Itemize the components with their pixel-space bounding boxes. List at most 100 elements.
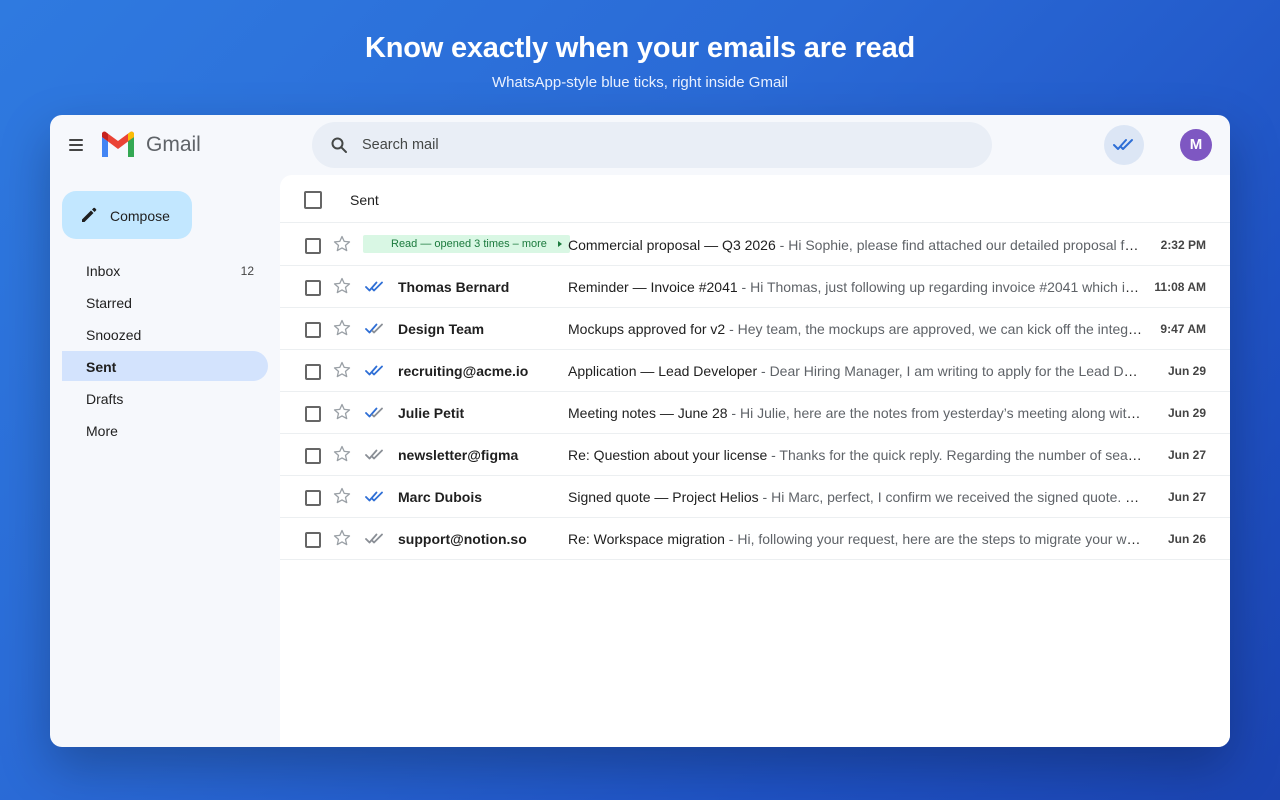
row-subject: Reminder — Invoice #2041 bbox=[568, 279, 738, 295]
table-row[interactable]: newsletter@figma Re: Question about your … bbox=[280, 434, 1230, 476]
row-snippet: - Hey team, the mockups are approved, we… bbox=[725, 321, 1143, 337]
inbox-count: 12 bbox=[240, 264, 254, 278]
read-status-text: Read — opened 3 times – more bbox=[391, 238, 547, 250]
read-receipts-button[interactable] bbox=[1104, 125, 1144, 165]
double-check-icon bbox=[365, 323, 383, 334]
row-snippet: - Hi Sophie, please find attached our de… bbox=[779, 237, 1143, 253]
compose-label: Compose bbox=[110, 208, 170, 224]
row-checkbox[interactable] bbox=[305, 490, 321, 506]
row-checkbox[interactable] bbox=[305, 280, 321, 296]
app-name: Gmail bbox=[146, 133, 201, 156]
row-content: Mockups approved for v2 - Hey team, the … bbox=[568, 321, 1143, 337]
caret-right-icon bbox=[558, 241, 562, 247]
double-check-icon bbox=[365, 533, 383, 544]
double-check-icon bbox=[365, 491, 383, 502]
star-icon[interactable] bbox=[333, 361, 351, 379]
row-snippet: - Thanks for the quick reply. Regarding … bbox=[771, 447, 1143, 463]
hamburger-menu-icon[interactable] bbox=[69, 139, 83, 151]
row-sender: Thomas Bernard bbox=[398, 279, 510, 295]
sidebar-item-more[interactable]: More bbox=[62, 415, 268, 445]
row-subject: Meeting notes — June 28 bbox=[568, 405, 728, 421]
sidebar-item-snoozed[interactable]: Snoozed bbox=[62, 319, 268, 349]
row-snippet: - Dear Hiring Manager, I am writing to a… bbox=[761, 363, 1143, 379]
message-list: Sent Read — opened 3 times – more Commerc… bbox=[280, 175, 1230, 747]
double-check-icon bbox=[365, 365, 383, 376]
table-row[interactable]: support@notion.so Re: Workspace migration… bbox=[280, 518, 1230, 560]
search-icon bbox=[331, 137, 347, 153]
row-sender: newsletter@figma bbox=[398, 447, 519, 463]
row-date: Jun 26 bbox=[1167, 532, 1206, 546]
table-row[interactable]: Design Team Mockups approved for v2 - Hey… bbox=[280, 308, 1230, 350]
row-subject: Signed quote — Project Helios bbox=[568, 489, 759, 505]
sidebar-item-label: Drafts bbox=[86, 391, 124, 407]
row-checkbox[interactable] bbox=[305, 322, 321, 338]
double-check-icon bbox=[365, 407, 383, 418]
double-check-icon bbox=[365, 281, 383, 292]
table-row[interactable]: Julie Petit Meeting notes — June 28 - Hi … bbox=[280, 392, 1230, 434]
row-date: Jun 27 bbox=[1167, 490, 1206, 504]
list-header: Sent bbox=[280, 175, 1230, 223]
sidebar-item-label: Sent bbox=[86, 359, 117, 375]
star-icon[interactable] bbox=[333, 277, 351, 295]
row-date: Jun 29 bbox=[1167, 406, 1206, 420]
row-checkbox[interactable] bbox=[305, 238, 321, 254]
table-row[interactable]: Thomas Bernard Reminder — Invoice #2041 -… bbox=[280, 266, 1230, 308]
row-sender: support@notion.so bbox=[398, 531, 527, 547]
read-status-badge[interactable]: Read — opened 3 times – more bbox=[363, 235, 570, 253]
table-row[interactable]: recruiting@acme.io Application — Lead Dev… bbox=[280, 350, 1230, 392]
row-checkbox[interactable] bbox=[305, 532, 321, 548]
row-content: Reminder — Invoice #2041 - Hi Thomas, ju… bbox=[568, 279, 1143, 295]
row-snippet: - Hi Thomas, just following up regarding… bbox=[741, 279, 1143, 295]
row-sender: Marc Dubois bbox=[398, 489, 483, 505]
row-checkbox[interactable] bbox=[305, 406, 321, 422]
table-row[interactable]: Read — opened 3 times – more Commercial p… bbox=[280, 224, 1230, 266]
search-input[interactable]: Search mail bbox=[312, 122, 992, 168]
row-date: 2:32 PM bbox=[1160, 238, 1206, 252]
select-all-checkbox[interactable] bbox=[304, 191, 322, 209]
sidebar-item-label: Snoozed bbox=[86, 327, 142, 343]
star-icon[interactable] bbox=[333, 403, 351, 421]
row-subject: Mockups approved for v2 bbox=[568, 321, 726, 337]
row-checkbox[interactable] bbox=[305, 448, 321, 464]
row-subject: Application — Lead Developer bbox=[568, 363, 758, 379]
compose-button[interactable]: Compose bbox=[62, 191, 192, 239]
star-icon[interactable] bbox=[333, 529, 351, 547]
row-content: Commercial proposal — Q3 2026 - Hi Sophi… bbox=[568, 237, 1143, 253]
sidebar-item-drafts[interactable]: Drafts bbox=[62, 383, 268, 413]
star-icon[interactable] bbox=[333, 445, 351, 463]
sidebar-item-label: Inbox bbox=[86, 263, 121, 279]
row-date: 9:47 AM bbox=[1160, 322, 1206, 336]
row-snippet: - Hi, following your request, here are t… bbox=[724, 531, 1143, 547]
avatar[interactable]: M bbox=[1180, 129, 1212, 161]
list-title: Sent bbox=[350, 192, 379, 208]
table-row[interactable]: Marc Dubois Signed quote — Project Helios… bbox=[280, 476, 1230, 518]
double-check-icon bbox=[1113, 139, 1133, 150]
sidebar-item-label: More bbox=[86, 423, 118, 439]
double-check-icon bbox=[365, 449, 383, 460]
star-icon[interactable] bbox=[333, 319, 351, 337]
star-icon[interactable] bbox=[333, 487, 351, 505]
pencil-icon bbox=[82, 207, 97, 222]
gmail-window: Gmail Search mail M Compose Inbox 12 Sta… bbox=[50, 115, 1230, 747]
sidebar-item-inbox[interactable]: Inbox 12 bbox=[62, 255, 268, 285]
row-content: Re: Workspace migration - Hi, following … bbox=[568, 531, 1143, 547]
row-sender: recruiting@acme.io bbox=[398, 363, 529, 379]
row-date: Jun 29 bbox=[1167, 364, 1206, 378]
row-sender: Julie Petit bbox=[398, 405, 465, 421]
row-date: 11:08 AM bbox=[1154, 280, 1206, 294]
top-bar: Gmail Search mail M bbox=[50, 115, 1230, 175]
row-checkbox[interactable] bbox=[305, 364, 321, 380]
row-subject: Re: Question about your license bbox=[568, 447, 768, 463]
star-icon[interactable] bbox=[333, 235, 351, 253]
row-subject: Re: Workspace migration bbox=[568, 531, 725, 547]
row-content: Signed quote — Project Helios - Hi Marc,… bbox=[568, 489, 1143, 505]
sidebar-item-sent[interactable]: Sent bbox=[62, 351, 268, 381]
row-snippet: - Hi Marc, perfect, I confirm we receive… bbox=[762, 489, 1143, 505]
row-content: Re: Question about your license - Thanks… bbox=[568, 447, 1143, 463]
sidebar-item-starred[interactable]: Starred bbox=[62, 287, 268, 317]
gmail-logo-icon bbox=[102, 131, 134, 157]
row-subject: Commercial proposal — Q3 2026 bbox=[568, 237, 776, 253]
row-sender: Design Team bbox=[398, 321, 485, 337]
row-content: Application — Lead Developer - Dear Hiri… bbox=[568, 363, 1143, 379]
search-placeholder: Search mail bbox=[362, 137, 439, 153]
